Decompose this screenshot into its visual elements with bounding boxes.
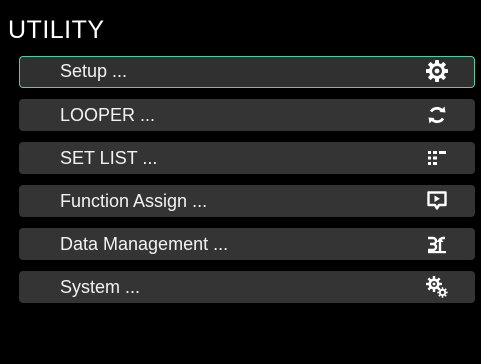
menu-item-set-list[interactable]: SET LIST ...: [19, 142, 475, 174]
gear-icon: [425, 59, 449, 83]
loop-arrows-icon: [425, 103, 449, 127]
page-title: UTILITY: [8, 16, 105, 44]
utility-menu: Setup ... LOOPER ... SET LIST ... Functi…: [19, 56, 475, 314]
menu-item-label: Data Management ...: [60, 234, 229, 254]
menu-item-looper[interactable]: LOOPER ...: [19, 99, 475, 131]
set-list-icon: [425, 146, 449, 170]
function-assign-icon: [425, 189, 449, 213]
menu-item-label: SET LIST ...: [60, 148, 158, 168]
system-gears-icon: [425, 275, 449, 299]
data-management-icon: [425, 232, 449, 256]
menu-item-system[interactable]: System ...: [19, 271, 475, 303]
menu-item-label: System ...: [60, 277, 141, 297]
menu-item-function-assign[interactable]: Function Assign ...: [19, 185, 475, 217]
menu-item-data-management[interactable]: Data Management ...: [19, 228, 475, 260]
menu-item-label: Function Assign ...: [60, 191, 208, 211]
menu-item-label: LOOPER ...: [60, 105, 156, 125]
menu-item-setup[interactable]: Setup ...: [19, 56, 475, 88]
utility-screen: UTILITY Setup ... LOOPER ... SET LIST ..…: [0, 0, 481, 364]
menu-item-label: Setup ...: [60, 61, 128, 81]
